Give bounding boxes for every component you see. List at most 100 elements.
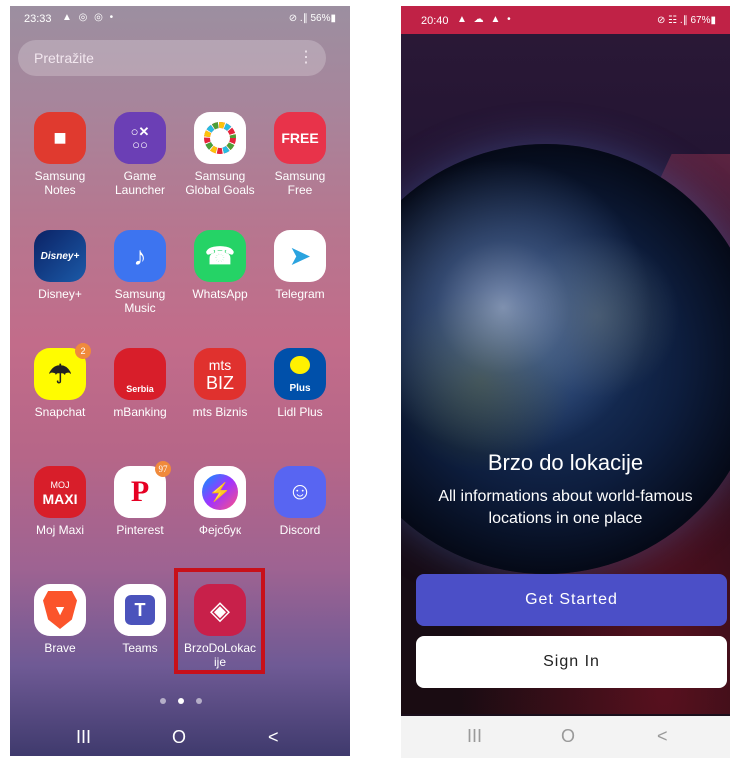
app-label: mts Biznis <box>180 405 260 419</box>
sign-in-button[interactable]: Sign In <box>416 636 727 688</box>
app-label-text: Pinterest <box>116 523 164 537</box>
app-teams[interactable]: T Teams <box>100 584 180 655</box>
app-label-text: Samsung Music <box>114 287 166 315</box>
app-label: Samsung Free <box>260 169 340 197</box>
search-placeholder: Pretražite <box>34 50 94 66</box>
mbanking-glyph: Serbia <box>126 384 154 394</box>
home-button[interactable]: O <box>561 726 575 747</box>
free-glyph: FREE <box>281 130 319 146</box>
status-bar: 20:40 ▲ ☁ ▲ • ⊘ ☷ .∥ 67%▮ <box>401 6 730 34</box>
app-game-launcher[interactable]: ○✕ ○○ Game Launcher <box>100 112 180 197</box>
app-label-text: Teams <box>122 641 158 655</box>
app-snapchat[interactable]: ☂ 2 Snapchat <box>20 343 100 419</box>
app-label: Samsung Global Goals <box>180 169 260 197</box>
mts-biz-icon: mts BIZ <box>194 348 246 400</box>
home-button[interactable]: O <box>172 727 186 748</box>
app-label-text: Samsung Free <box>274 169 326 197</box>
more-options-icon[interactable]: ⋮ <box>298 47 314 67</box>
snapchat-glyph: ☂ <box>48 358 72 389</box>
app-label: Lidl Plus <box>260 405 340 419</box>
search-bar[interactable]: Pretražite ⋮ <box>18 40 326 76</box>
app-lidl-plus[interactable]: Plus Lidl Plus <box>260 348 340 419</box>
app-label-text: Samsung Notes <box>34 169 86 197</box>
status-time: 23:33 <box>24 13 52 25</box>
brave-lion: ▼ <box>43 591 77 629</box>
app-label-text: Samsung Global Goals <box>185 169 255 197</box>
app-telegram[interactable]: ➤ Telegram <box>260 230 340 301</box>
app-discord[interactable]: ☺ Discord <box>260 466 340 537</box>
messenger-bubble: ⚡ <box>202 474 238 510</box>
pinterest-icon: P 97 <box>114 461 171 518</box>
notes-icon: ■ <box>34 112 86 164</box>
app-label-text: Telegram <box>275 287 325 301</box>
app-mts-biznis[interactable]: mts BIZ mts Biznis <box>180 348 260 419</box>
app-disney-plus[interactable]: Disney+ Disney+ <box>20 230 100 301</box>
notification-icons: ▲ ☁ ▲ • <box>457 14 513 25</box>
app-label-text: Moj Maxi <box>35 523 84 537</box>
pinterest-glyph: P <box>130 475 150 508</box>
game-launcher-icon: ○✕ ○○ <box>114 112 166 164</box>
app-samsung-global-goals[interactable]: Samsung Global Goals <box>180 112 260 197</box>
notification-badge: 2 <box>75 343 91 359</box>
messenger-glyph: ⚡ <box>208 481 232 502</box>
app-mbanking[interactable]: Serbia mBanking <box>100 348 180 419</box>
disney-icon: Disney+ <box>34 230 86 282</box>
music-glyph: ♪ <box>133 240 147 271</box>
app-brave[interactable]: ▼ Brave <box>20 584 100 655</box>
whatsapp-icon: ☎ <box>194 230 246 282</box>
notification-badge: 97 <box>155 461 171 477</box>
app-label-text: Lidl Plus <box>277 405 323 419</box>
app-title: Brzo do lokacije <box>487 450 644 475</box>
lidl-icon: Plus <box>274 348 326 400</box>
app-moj-maxi[interactable]: MOJ MAXI Moj Maxi <box>20 466 100 537</box>
app-label-text: Disney+ <box>38 287 82 301</box>
app-label-text: Game Launcher <box>114 169 166 197</box>
app-samsung-music[interactable]: ♪ Samsung Music <box>100 230 180 315</box>
navigation-bar: III O < <box>401 716 730 758</box>
page-dot <box>196 698 202 704</box>
app-label-text: Discord <box>279 523 321 537</box>
whatsapp-glyph: ☎ <box>205 242 235 270</box>
notification-icons: ▲ ◎ ◎ • <box>62 12 116 23</box>
samsung-free-icon: FREE <box>274 112 326 164</box>
global-goals-ring <box>204 122 236 154</box>
teams-glyph: T <box>134 599 146 620</box>
app-label-text: mBanking <box>113 405 167 419</box>
app-label: Samsung Notes <box>20 169 100 197</box>
app-samsung-free[interactable]: FREE Samsung Free <box>260 112 340 197</box>
back-button[interactable]: < <box>657 726 668 747</box>
app-label: Telegram <box>260 287 340 301</box>
app-label: WhatsApp <box>180 287 260 301</box>
back-button[interactable]: < <box>268 727 279 748</box>
app-pinterest[interactable]: P 97 Pinterest <box>100 461 180 537</box>
app-whatsapp[interactable]: ☎ WhatsApp <box>180 230 260 301</box>
page-dot <box>160 698 166 704</box>
app-label: mBanking <box>100 405 180 419</box>
navigation-bar: III O < <box>10 721 350 756</box>
brave-icon: ▼ <box>34 584 86 636</box>
recent-apps-button[interactable]: III <box>76 727 91 748</box>
app-label: Pinterest <box>100 523 180 537</box>
app-label-text: mts Biznis <box>192 405 248 419</box>
app-label: Disney+ <box>20 287 100 301</box>
notes-glyph: ■ <box>53 125 67 150</box>
app-welcome-screen: 20:40 ▲ ☁ ▲ • ⊘ ☷ .∥ 67%▮ Brzo do lokaci… <box>401 6 730 758</box>
app-label-text: Brave <box>44 641 76 655</box>
maxi-top-glyph: MOJ <box>50 480 70 490</box>
page-indicator[interactable] <box>160 698 210 706</box>
get-started-button[interactable]: Get Started <box>416 574 727 626</box>
game-glyph: ○✕ ○○ <box>130 124 150 152</box>
messenger-icon: ⚡ <box>194 466 246 518</box>
discord-icon: ☺ <box>274 466 326 518</box>
recent-apps-button[interactable]: III <box>467 726 482 747</box>
app-label: Discord <box>260 523 340 537</box>
app-samsung-notes[interactable]: ■ Samsung Notes <box>20 112 100 197</box>
lidl-logo-dot <box>290 356 310 374</box>
music-icon: ♪ <box>114 230 166 282</box>
page-dot-active <box>178 698 184 704</box>
mts-top-glyph: mts <box>208 357 232 373</box>
app-messenger[interactable]: ⚡ Фејсбук <box>180 466 260 537</box>
status-right: ⊘ .∥ 56%▮ <box>288 13 336 24</box>
status-time: 20:40 <box>421 15 449 27</box>
telegram-icon: ➤ <box>274 230 326 282</box>
